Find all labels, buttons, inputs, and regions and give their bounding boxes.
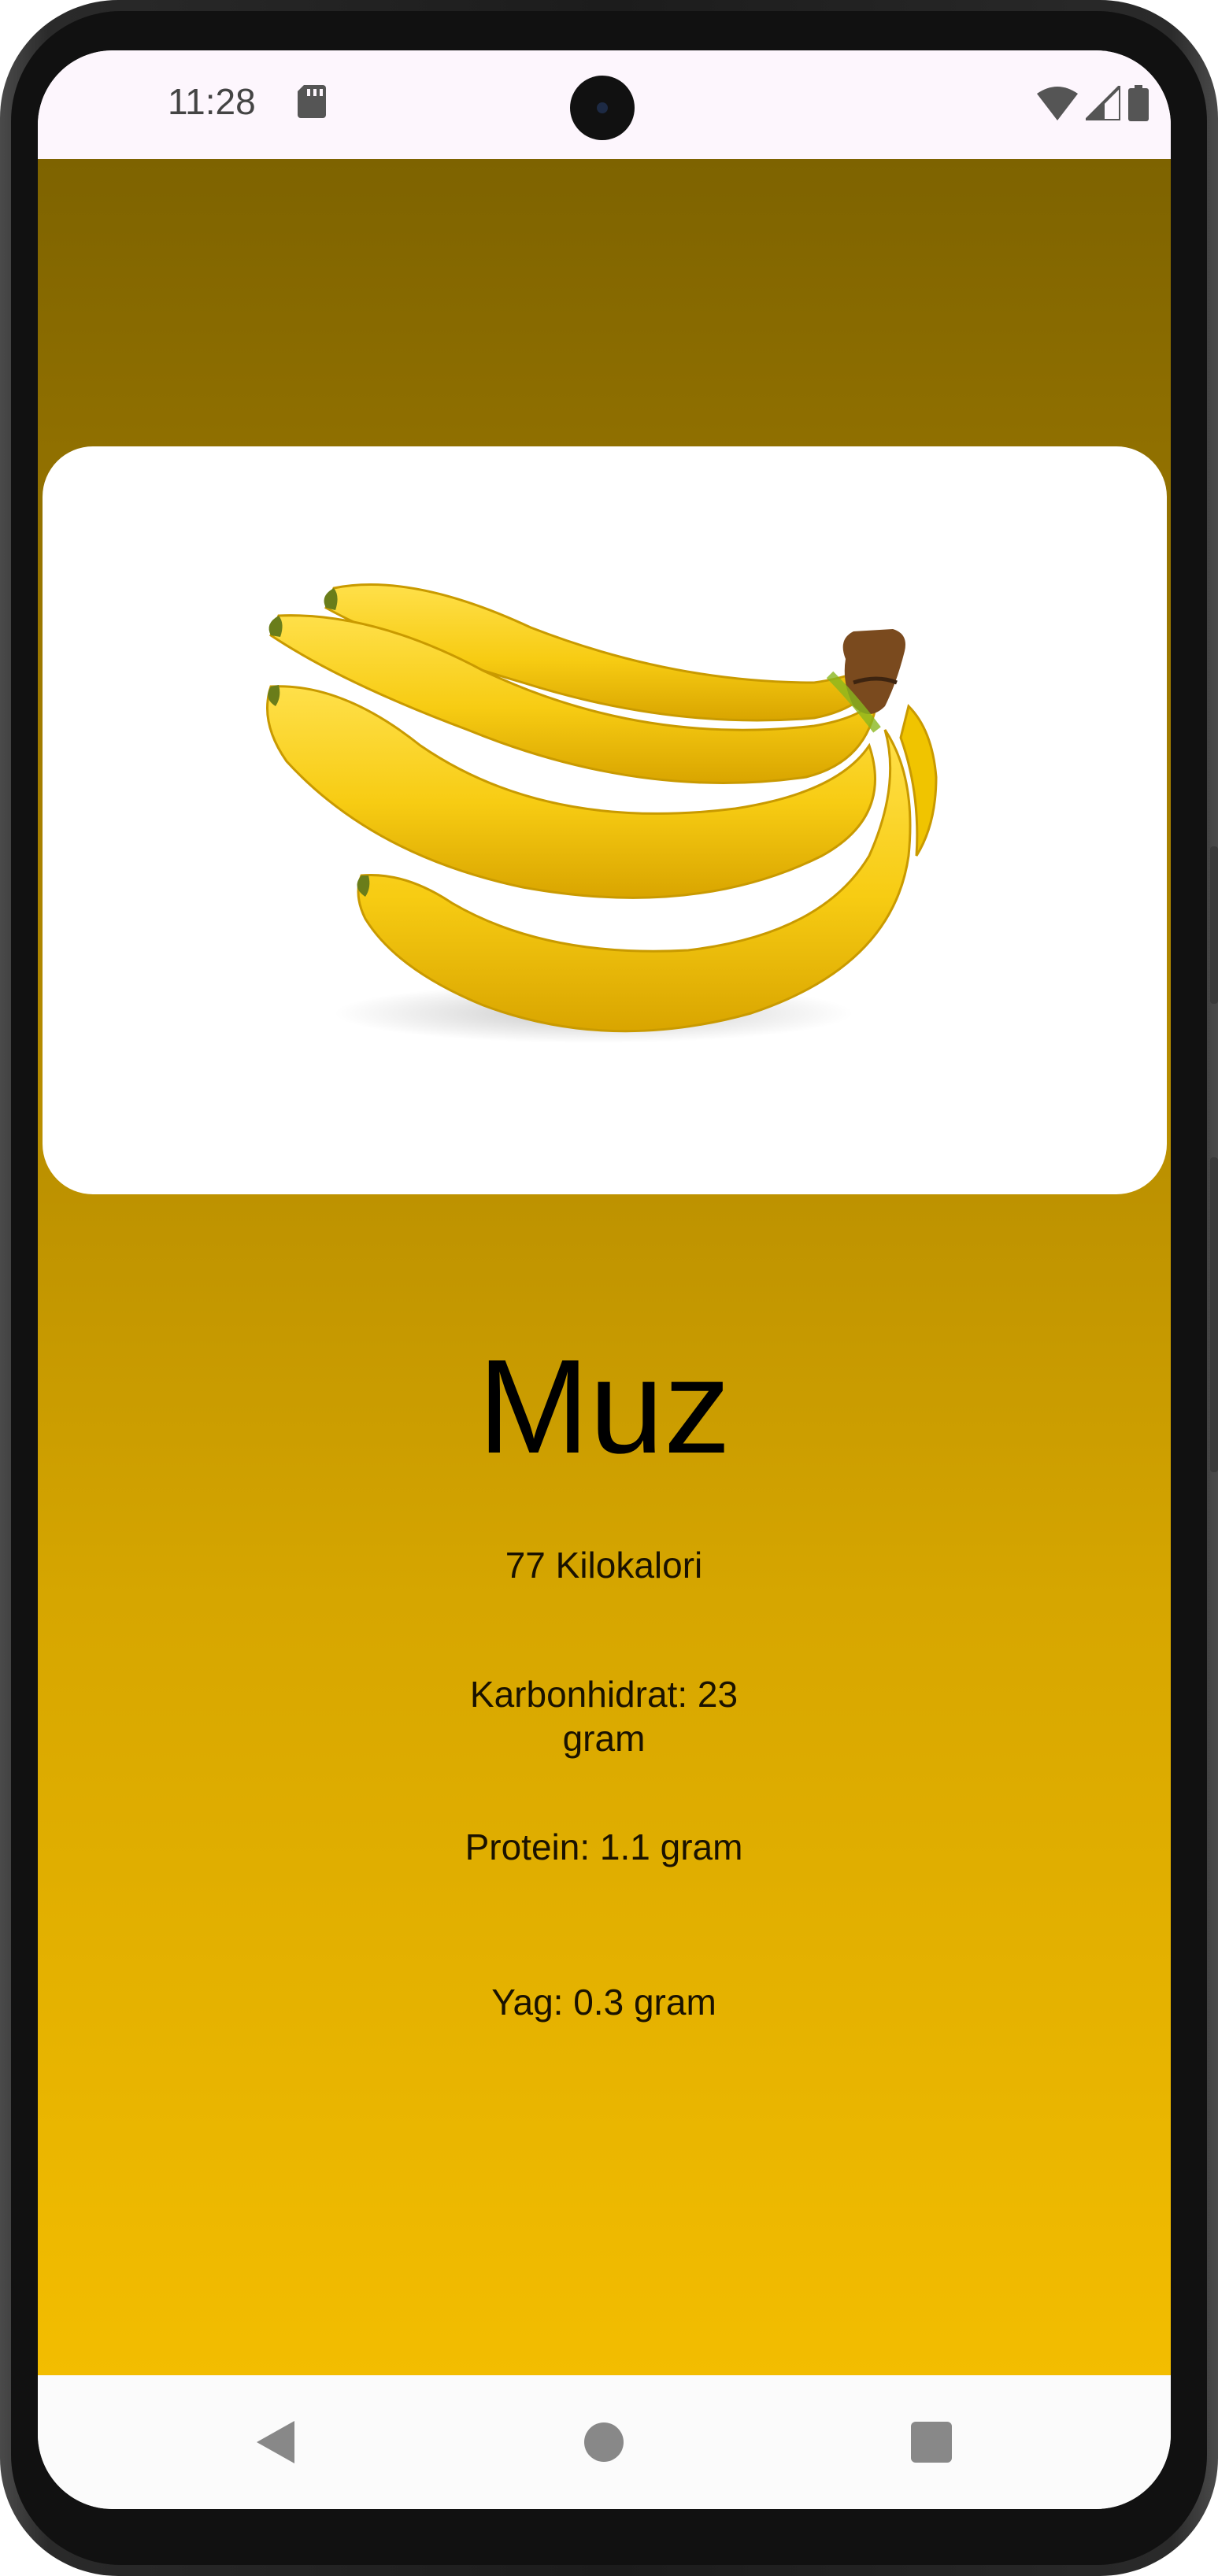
phone-frame: 11:28 Muz 77 Kilokalori Karbonhidrat: 23… [0,0,1218,2576]
power-button [1210,1157,1218,1472]
battery-icon [1128,85,1149,121]
recents-icon [911,2422,952,2463]
sd-card-icon [298,85,326,118]
calories-text: 77 Kilokalori [505,1545,703,1586]
food-image-card [43,446,1167,1194]
navigation-bar [38,2375,1171,2509]
home-icon [584,2422,624,2462]
cellular-signal-icon [1086,86,1120,120]
wifi-icon [1037,87,1078,120]
protein-text: Protein: 1.1 gram [465,1827,743,1867]
home-button[interactable] [549,2375,659,2509]
back-button[interactable] [220,2375,331,2509]
volume-button [1210,846,1218,1004]
phone-screen: 11:28 Muz 77 Kilokalori Karbonhidrat: 23… [38,50,1171,2509]
fat-text: Yag: 0.3 gram [491,1982,716,2023]
status-icons [1037,85,1149,121]
food-name: Muz [477,1332,731,1482]
status-bar: 11:28 [38,50,1171,159]
carbohydrate-text: Karbonhidrat: 23 gram [469,1674,739,1759]
back-icon [257,2421,294,2463]
status-time: 11:28 [168,81,256,122]
recents-button[interactable] [876,2375,987,2509]
front-camera [570,76,635,140]
food-detail-screen: Muz 77 Kilokalori Karbonhidrat: 23 gram … [38,159,1171,2375]
banana-bunch-image [266,583,938,1043]
